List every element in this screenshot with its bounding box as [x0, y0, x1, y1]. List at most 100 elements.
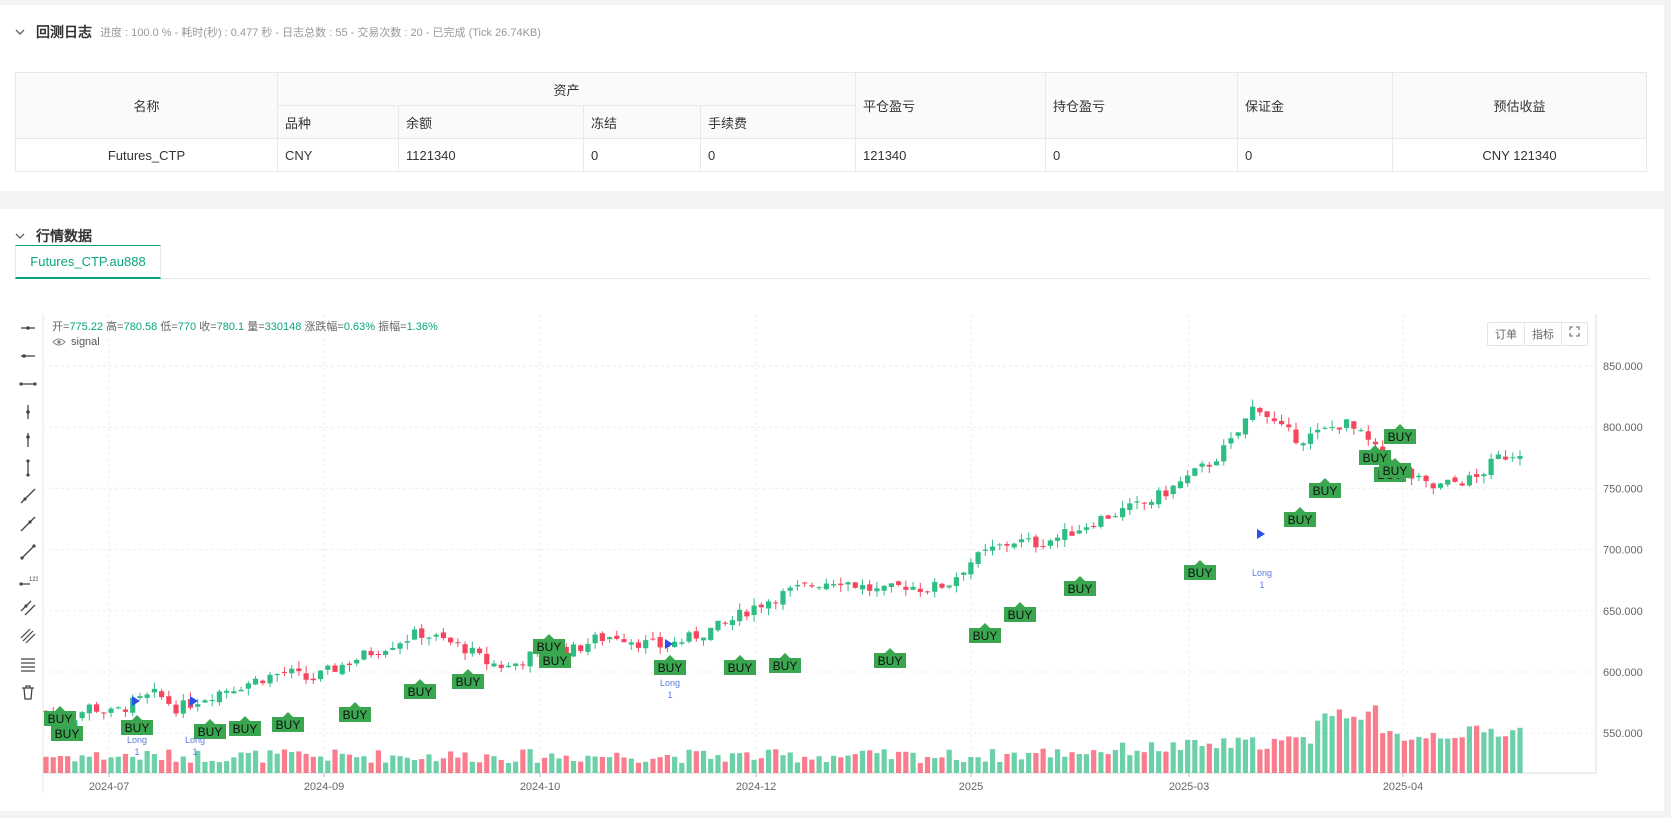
volume-bar [180, 756, 186, 773]
volume-bar [108, 757, 114, 773]
volume-bar [830, 755, 837, 773]
volume-bar [867, 750, 873, 773]
candle-body [419, 628, 425, 638]
candle-body [643, 640, 649, 649]
fullscreen-button[interactable] [1562, 323, 1587, 345]
candle-body [961, 572, 967, 575]
vertical-ray-icon[interactable] [18, 430, 38, 450]
horizontal-ray-icon[interactable] [18, 346, 38, 366]
volume-bar [1054, 749, 1061, 773]
signal-markers: BUYBUY BUY BUY BUY BUYBUYBUYBUYBUYBUY BUY BUY B… [44, 424, 1416, 757]
volume-bar [903, 751, 909, 773]
volume-bar [1474, 725, 1480, 773]
trash-icon[interactable] [18, 682, 38, 702]
volume-bar [816, 756, 822, 773]
candle-body [1112, 516, 1118, 518]
price-channel-icon[interactable] [18, 626, 38, 646]
indicators-button[interactable]: 指标 [1525, 323, 1562, 345]
candlestick-chart[interactable]: BUYBUY BUY BUY BUY BUYBUYBUYBUYBUYBUY BUY BUY B… [0, 0, 1671, 818]
candle-body [1185, 475, 1191, 484]
candle-body [852, 582, 858, 588]
x-tick-label: 2025 [959, 781, 983, 793]
candle-body [599, 633, 605, 641]
trend-line-icon[interactable] [18, 486, 38, 506]
candle-body [903, 586, 909, 590]
segment-line-icon[interactable] [18, 542, 38, 562]
horizontal-segment-icon[interactable] [18, 374, 38, 394]
signal-indicator[interactable]: signal [52, 336, 100, 348]
volume-bar [1358, 719, 1364, 773]
volume-bar [1416, 736, 1422, 773]
volume-bar [317, 756, 324, 773]
candle-body [1069, 531, 1075, 536]
volume-bar [325, 760, 331, 773]
volume-bar [1495, 736, 1501, 773]
long-label: Long [185, 735, 205, 745]
volume-bar [534, 762, 540, 773]
candle-body [1293, 429, 1299, 443]
buy-label-pointer [1015, 602, 1025, 607]
volume-bar [650, 758, 656, 773]
volume-bar [1250, 737, 1256, 773]
buy-label-text: BUY [1288, 513, 1313, 527]
volume-bar [643, 761, 649, 773]
candle-body [1177, 481, 1184, 488]
signal-label: signal [71, 336, 100, 348]
candle-body [296, 668, 302, 672]
candle-body [93, 704, 100, 712]
volume-bar [1271, 738, 1277, 773]
candle-body [86, 704, 92, 714]
candle-body [672, 641, 678, 647]
candle-body [375, 653, 381, 655]
x-tick-label: 2025-04 [1383, 781, 1423, 793]
candle-body [361, 650, 367, 660]
eye-icon[interactable] [52, 337, 66, 347]
candle-body [245, 683, 251, 689]
volume-bar [448, 751, 454, 773]
candle-body [433, 634, 439, 637]
volume-bar [411, 760, 418, 773]
candle-body [621, 639, 627, 643]
volume-bar [137, 759, 143, 773]
vertical-line-icon[interactable] [18, 402, 38, 422]
volume-bar [1011, 752, 1017, 773]
volume-bar [1286, 736, 1292, 773]
long-count: 1 [192, 747, 197, 757]
candle-body [180, 700, 186, 714]
buy-label-text: BUY [973, 629, 998, 643]
buy-label-pointer [665, 655, 675, 660]
fibonacci-icon[interactable] [18, 654, 38, 674]
candle-body [520, 664, 526, 666]
candle-body [628, 642, 634, 645]
volume-bar [1329, 716, 1335, 773]
candle-body [332, 665, 338, 672]
candle-body [1430, 483, 1436, 489]
volume-bar [578, 761, 584, 773]
volume-bar [852, 754, 858, 773]
volume-bars [43, 705, 1523, 773]
buy-label-pointer [205, 719, 215, 724]
horizontal-line-icon[interactable] [18, 318, 38, 338]
candle-body [1365, 431, 1371, 440]
orders-button[interactable]: 订单 [1488, 323, 1525, 345]
price-label-icon[interactable]: 123 [18, 570, 38, 590]
candle-body [1510, 457, 1516, 459]
candle-body [195, 704, 201, 707]
vertical-segment-icon[interactable] [18, 458, 38, 478]
candle-body [122, 709, 129, 712]
volume-bar [224, 761, 230, 773]
candle-body [484, 653, 490, 665]
candle-body [505, 665, 512, 668]
candle-body [151, 688, 157, 693]
candle-body [115, 707, 121, 709]
volume-bar [1134, 750, 1140, 773]
ray-line-icon[interactable] [18, 514, 38, 534]
candle-body [997, 544, 1003, 546]
candle-body [368, 650, 374, 656]
buy-label-pointer [980, 623, 990, 628]
volume-bar [281, 749, 288, 773]
candle-body [1502, 456, 1509, 460]
volume-bar [910, 752, 916, 773]
candle-body [1134, 501, 1140, 503]
parallel-channel-icon[interactable] [18, 598, 38, 618]
